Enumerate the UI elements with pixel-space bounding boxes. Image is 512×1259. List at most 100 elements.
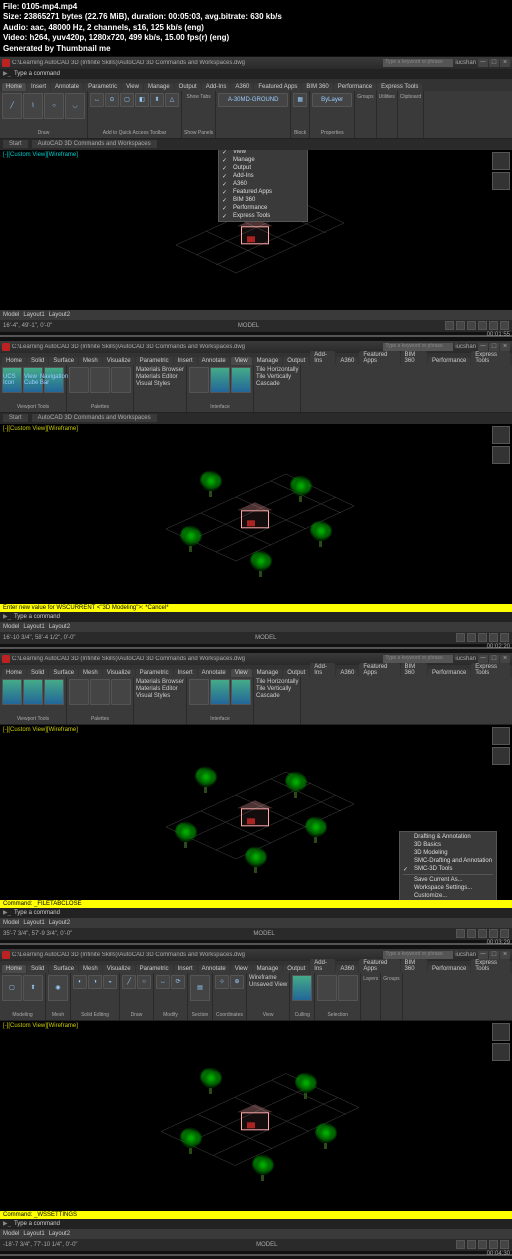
ribbon-tab-annotate[interactable]: Annotate <box>51 83 83 91</box>
viewcube-btn[interactable] <box>23 679 43 705</box>
ribbon-tab-manage[interactable]: Manage <box>253 357 283 365</box>
mod-btn[interactable]: ⬍ <box>150 93 164 107</box>
ribbon-tab-add-ins[interactable]: Add-Ins <box>310 351 335 365</box>
ribbon-tab-output[interactable]: Output <box>175 83 201 91</box>
s5[interactable] <box>500 1240 509 1249</box>
viewport-label[interactable]: [-][Custom View][Wireframe] <box>3 727 78 733</box>
ribbon-tab-performance[interactable]: Performance <box>428 357 470 365</box>
file-tabs-btn[interactable] <box>210 367 230 393</box>
ribbon-tab-performance[interactable]: Performance <box>428 669 470 677</box>
layout1-tab[interactable]: Layout1 <box>23 1231 44 1237</box>
sebtn[interactable]: ◒ <box>103 975 117 989</box>
cascade[interactable]: Cascade <box>256 693 280 699</box>
close-button[interactable]: × <box>500 59 510 67</box>
model-tab[interactable]: Model <box>3 312 19 318</box>
navbar[interactable] <box>492 172 510 190</box>
mod-btn[interactable]: ▢ <box>120 93 134 107</box>
close-button[interactable]: × <box>500 951 510 959</box>
s2[interactable] <box>456 321 465 330</box>
menu-item-manage[interactable]: Manage <box>219 156 307 164</box>
max-button[interactable]: □ <box>489 343 499 351</box>
ribbon-tab-home[interactable]: Home <box>2 357 26 365</box>
min-button[interactable]: ─ <box>478 343 488 351</box>
s6[interactable] <box>500 321 509 330</box>
cmd-input[interactable]: Type a command <box>14 1221 60 1227</box>
tool-palettes-btn[interactable] <box>69 367 89 393</box>
navbar-btn[interactable] <box>44 679 64 705</box>
s4[interactable] <box>489 633 498 642</box>
ribbon-tab-mesh[interactable]: Mesh <box>79 357 102 365</box>
min-button[interactable]: ─ <box>478 655 488 663</box>
cmd-input[interactable]: Type a command <box>14 910 60 916</box>
viewcube[interactable] <box>492 1023 510 1041</box>
cascade[interactable]: Cascade <box>256 381 280 387</box>
search-input[interactable]: Type a keyword or phrase <box>383 951 453 959</box>
properties-btn[interactable] <box>90 367 110 393</box>
mat-editor[interactable]: Materials Editor <box>136 686 178 692</box>
ssm-btn[interactable] <box>111 679 131 705</box>
ribbon-tab-output[interactable]: Output <box>283 669 309 677</box>
sebtn[interactable]: ◑ <box>88 975 102 989</box>
mat-editor[interactable]: Materials Editor <box>136 374 178 380</box>
filter-btn[interactable] <box>317 975 337 1001</box>
viewport-label[interactable]: [-][Custom View][Wireframe] <box>3 426 78 432</box>
ribbon-tab-surface[interactable]: Surface <box>49 669 78 677</box>
workspace-menu[interactable]: Drafting & Annotation3D Basics3D Modelin… <box>399 831 497 900</box>
model-tab[interactable]: Model <box>3 1231 19 1237</box>
ribbon-tab-surface[interactable]: Surface <box>49 965 78 973</box>
file-tab[interactable]: AutoCAD 3D Commands and Workspaces <box>32 140 157 148</box>
layout2-tab[interactable]: Layout2 <box>49 624 70 630</box>
box-btn[interactable]: ▢ <box>2 975 22 1001</box>
s4[interactable] <box>478 321 487 330</box>
mat-browser[interactable]: Materials Browser <box>136 679 184 685</box>
viewport-label[interactable]: [-][Custom View][Wireframe] <box>3 152 78 158</box>
mod-btn[interactable]: ↔ <box>90 93 104 107</box>
ribbon-tab-parametric[interactable]: Parametric <box>136 965 173 973</box>
ribbon-tab-bim-360[interactable]: BIM 360 <box>401 663 427 677</box>
ribbon-tab-bim-360[interactable]: BIM 360 <box>401 959 427 973</box>
wireframe-combo[interactable]: Wireframe <box>249 975 287 981</box>
min-button[interactable]: ─ <box>478 951 488 959</box>
ucs-icon-btn[interactable]: UCS Icon <box>2 367 22 393</box>
layout2-tab[interactable]: Layout2 <box>49 920 70 926</box>
ribbon-tab-express-tools[interactable]: Express Tools <box>471 351 510 365</box>
ribbon-tab-manage[interactable]: Manage <box>144 83 174 91</box>
show-tabs[interactable]: Show Tabs <box>184 93 213 100</box>
user-label[interactable]: iucshan <box>455 656 476 662</box>
coord-btn[interactable]: ⊹ <box>215 975 229 989</box>
ribbon-tab-featured-apps[interactable]: Featured Apps <box>359 663 399 677</box>
cmd-input[interactable]: Type a command <box>14 614 60 620</box>
ws-item-drafting-annotation[interactable]: Drafting & Annotation <box>400 833 496 841</box>
layout-tabs-btn[interactable] <box>231 367 251 393</box>
user-label[interactable]: iucshan <box>455 60 476 66</box>
ribbon-tab-a360[interactable]: A360 <box>231 83 253 91</box>
sebtn[interactable]: ◐ <box>73 975 87 989</box>
ribbon-tab-view[interactable]: View <box>231 357 252 365</box>
model-tab[interactable]: Model <box>3 920 19 926</box>
s2[interactable] <box>467 1240 476 1249</box>
layout1-tab[interactable]: Layout1 <box>23 624 44 630</box>
file-tabs-btn[interactable] <box>210 679 230 705</box>
navbar-btn[interactable]: Navigation Bar <box>44 367 64 393</box>
tile-h[interactable]: Tile Horizontally <box>256 679 298 685</box>
vis-styles[interactable]: Visual Styles <box>136 693 170 699</box>
start-tab[interactable]: Start <box>3 414 28 422</box>
ribbon-tab-annotate[interactable]: Annotate <box>198 669 230 677</box>
start-tab[interactable]: Start <box>3 140 28 148</box>
ribbon-tab-add-ins[interactable]: Add-Ins <box>310 959 335 973</box>
ws-item-workspace-settings-[interactable]: Workspace Settings... <box>400 884 496 892</box>
search-input[interactable]: Type a keyword or phrase <box>383 59 453 67</box>
polyline-tool[interactable]: ⌇ <box>23 93 43 119</box>
s3[interactable] <box>467 321 476 330</box>
layout-tabs-btn[interactable] <box>231 679 251 705</box>
coord-btn[interactable]: ⊕ <box>230 975 244 989</box>
tile-h[interactable]: Tile Horizontally <box>256 367 298 373</box>
ribbon-tab-visualize[interactable]: Visualize <box>103 669 135 677</box>
layout2-tab[interactable]: Layout2 <box>49 1231 70 1237</box>
ribbon-tab-parametric[interactable]: Parametric <box>136 669 173 677</box>
ws-item-save-current-as-[interactable]: Save Current As... <box>400 876 496 884</box>
max-button[interactable]: □ <box>489 951 499 959</box>
ribbon-tab-output[interactable]: Output <box>283 965 309 973</box>
search-input[interactable]: Type a keyword or phrase <box>383 655 453 663</box>
bylayer[interactable]: ByLayer <box>312 93 352 107</box>
